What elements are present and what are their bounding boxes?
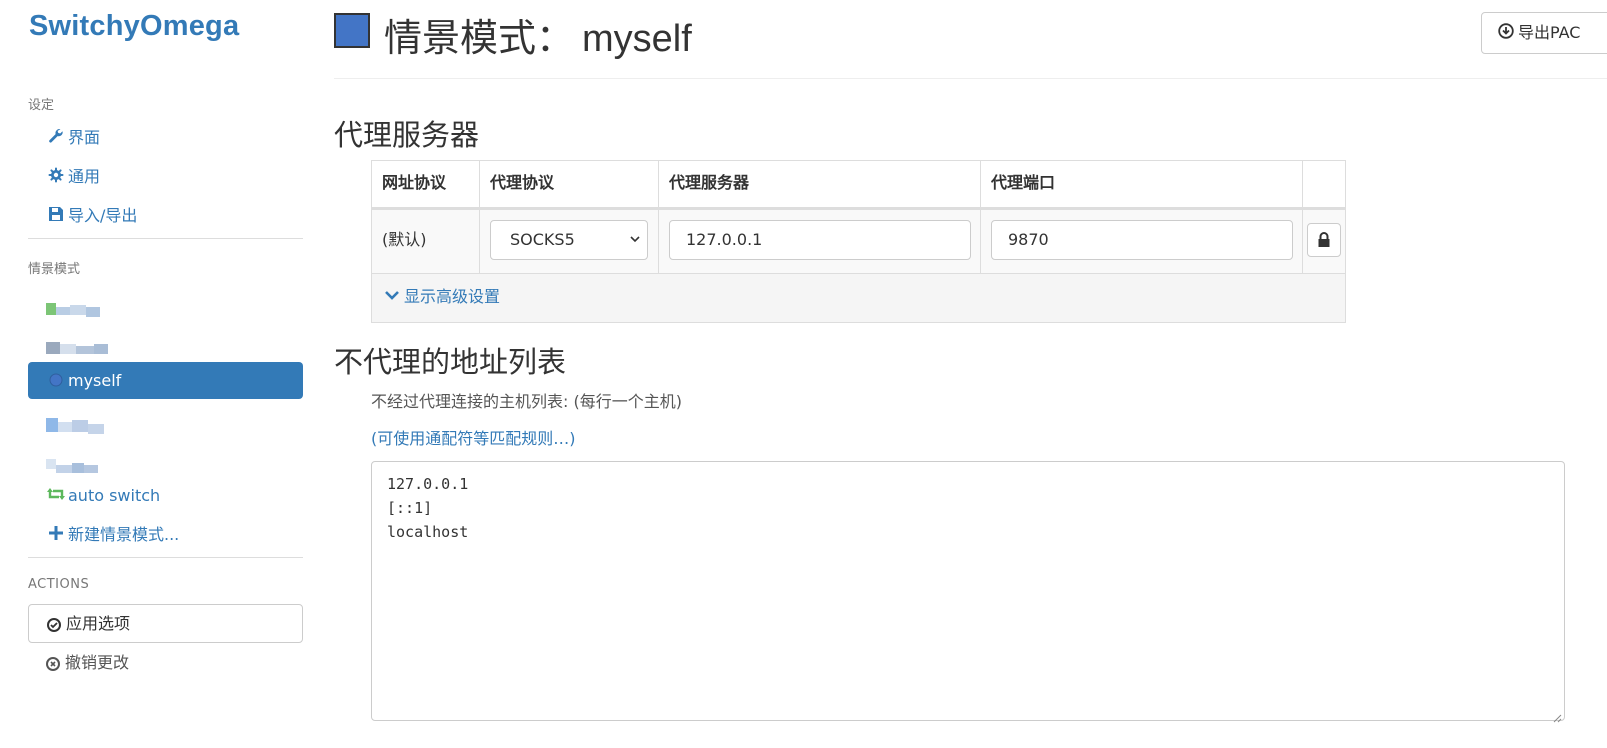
gear-icon	[46, 159, 66, 196]
resize-grip-icon[interactable]	[1552, 708, 1562, 723]
new-profile-button[interactable]: 新建情景模式...	[28, 516, 303, 553]
proxy-protocol-select[interactable]: SOCKS5	[490, 220, 648, 260]
floppy-disk-icon	[46, 198, 66, 235]
show-advanced-link[interactable]: 显示高级设置	[372, 274, 1345, 322]
settings-header: 设定	[28, 98, 55, 113]
sidebar-profile-obscured[interactable]	[28, 399, 303, 436]
wrench-icon	[46, 120, 66, 157]
bypass-section-title: 不代理的地址列表	[334, 345, 567, 379]
sidebar-profile-auto-switch[interactable]: auto switch	[28, 477, 303, 514]
lock-icon	[1317, 232, 1331, 252]
proxy-section-title: 代理服务器	[334, 118, 480, 152]
title-prefix: 情景模式：	[384, 18, 575, 60]
header-divider	[334, 78, 1607, 79]
sidebar-item-label: 导入/导出	[68, 206, 138, 225]
sidebar-item-label: 通用	[68, 167, 101, 186]
column-header: 代理端口	[981, 161, 1303, 207]
sidebar-item-label: 界面	[68, 128, 101, 147]
protocol-cell: SOCKS5	[480, 210, 659, 273]
selected-protocol: SOCKS5	[510, 230, 575, 249]
column-header: 代理协议	[480, 161, 659, 207]
sidebar-profile-obscured[interactable]	[28, 321, 303, 358]
plus-icon	[46, 517, 66, 554]
sidebar: SwitchyOmega 设定 界面 通用 导入/导出 情景模式 myself	[0, 0, 320, 748]
close-circle-icon	[46, 656, 60, 671]
revert-label: 撤销更改	[65, 653, 130, 672]
server-cell: 127.0.0.1	[659, 210, 981, 273]
chevron-down-icon	[629, 221, 641, 274]
auth-cell	[1303, 210, 1345, 273]
download-icon	[1498, 14, 1514, 54]
sidebar-profile-myself[interactable]: myself	[28, 362, 303, 399]
bypass-list-textarea[interactable]: 127.0.0.1 [::1] localhost	[371, 461, 1565, 721]
divider	[28, 557, 303, 558]
proxy-server-input[interactable]: 127.0.0.1	[669, 220, 971, 260]
table-header: 网址协议 代理协议 代理服务器 代理端口	[372, 161, 1345, 210]
column-header: 网址协议	[372, 161, 480, 207]
wildcard-rules-link[interactable]: (可使用通配符等匹配规则…)	[371, 425, 576, 449]
page-title: 情景模式： myself	[384, 7, 692, 62]
bypass-help-text: 不经过代理连接的主机列表: (每行一个主机)	[371, 392, 682, 411]
revert-changes-button[interactable]: 撤销更改	[28, 644, 303, 681]
retweet-icon	[46, 478, 66, 515]
export-pac-button[interactable]: 导出PAC	[1481, 12, 1607, 54]
apply-options-button[interactable]: 应用选项	[28, 604, 303, 643]
globe-icon	[46, 363, 66, 400]
export-label: 导出PAC	[1518, 23, 1581, 42]
scheme-cell: (默认)	[372, 210, 480, 273]
show-advanced-label: 显示高级设置	[404, 287, 501, 306]
column-header: 代理服务器	[659, 161, 981, 207]
profiles-header: 情景模式	[28, 262, 81, 277]
brand-logo[interactable]: SwitchyOmega	[29, 10, 239, 43]
sidebar-item-general[interactable]: 通用	[28, 158, 303, 195]
authentication-button[interactable]	[1307, 223, 1341, 257]
sidebar-item-label: 新建情景模式...	[68, 525, 180, 544]
chevron-down-icon	[384, 275, 400, 321]
apply-label: 应用选项	[66, 614, 131, 633]
proxy-port-input[interactable]: 9870	[991, 220, 1293, 260]
proxy-table: 网址协议 代理协议 代理服务器 代理端口 (默认) SOCKS5 127.0.0…	[371, 160, 1346, 323]
divider	[28, 238, 303, 239]
pixelated-label	[46, 295, 108, 317]
port-cell: 9870	[981, 210, 1303, 273]
sidebar-profile-obscured[interactable]	[28, 284, 303, 321]
sidebar-item-label: auto switch	[68, 486, 161, 505]
check-circle-icon	[47, 617, 61, 632]
sidebar-item-interface[interactable]: 界面	[28, 119, 303, 156]
pixelated-label	[46, 332, 112, 354]
column-header	[1303, 161, 1345, 207]
sidebar-profile-obscured[interactable]	[28, 440, 303, 477]
pixelated-label	[46, 410, 116, 434]
sidebar-item-import-export[interactable]: 导入/导出	[28, 197, 303, 234]
sidebar-item-label: myself	[68, 371, 122, 390]
table-row: (默认) SOCKS5 127.0.0.1 9870	[372, 210, 1345, 274]
pixelated-label	[46, 451, 104, 473]
scheme-label: (默认)	[382, 230, 427, 249]
profile-name: myself	[582, 18, 692, 60]
profile-color-swatch[interactable]	[334, 13, 370, 48]
actions-header: ACTIONS	[28, 577, 90, 592]
